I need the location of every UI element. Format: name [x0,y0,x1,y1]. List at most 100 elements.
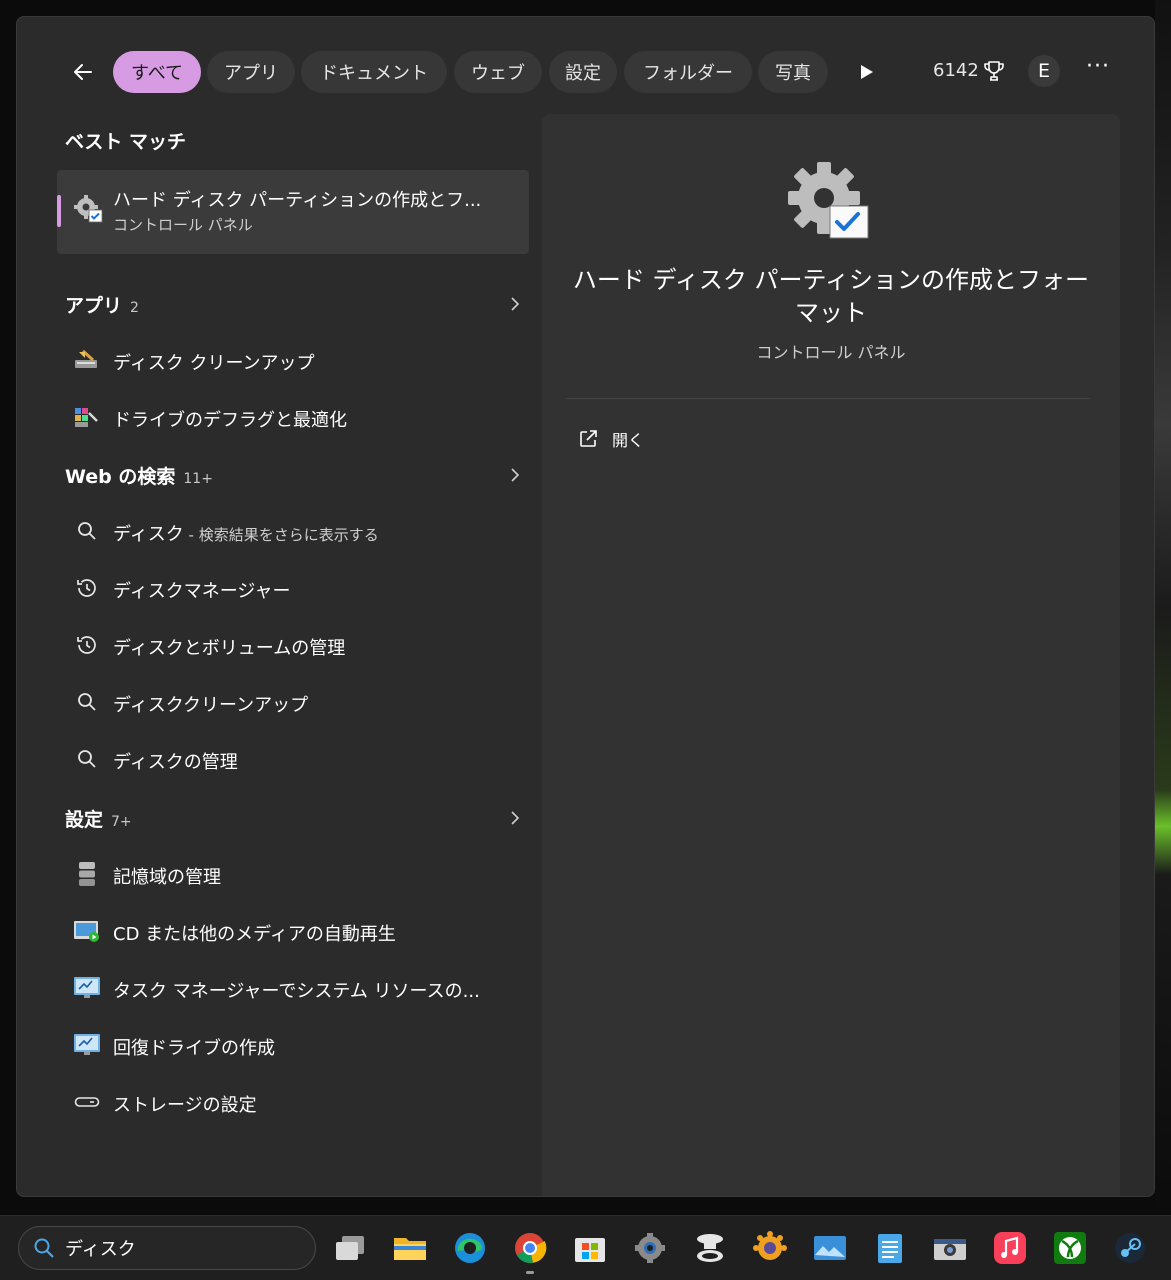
history-icon [73,632,101,658]
selection-accent [57,195,61,227]
list-item-label: ディスク クリーンアップ [113,353,315,374]
active-app-indicator [526,1271,534,1274]
query-tail: - 検索結果をさらに表示する [183,526,379,544]
tab-settings[interactable]: 設定 [549,51,617,93]
open-label: 開く [612,431,645,450]
apple-music-icon[interactable] [992,1230,1028,1266]
file-explorer-icon[interactable] [392,1230,428,1266]
filter-bar: すべて アプリ ドキュメント ウェブ 設定 フォルダー 写真 6142 E ··… [17,50,1154,94]
camera-icon[interactable] [932,1230,968,1266]
divider [566,398,1090,399]
best-match-heading: ベスト マッチ [65,131,186,153]
list-item-web-disk[interactable]: ディスク - 検索結果をさらに表示する [57,507,529,555]
more-options-button[interactable]: ··· [1083,54,1113,88]
list-item-disk-cleanup[interactable]: ディスク クリーンアップ [57,336,529,384]
list-item-label: ディスクマネージャー [113,581,291,602]
monitor-icon [73,1032,101,1058]
chevron-right-icon[interactable] [505,294,525,314]
web-count: 11+ [183,471,213,487]
tab-folders[interactable]: フォルダー [624,51,752,93]
list-item-label: ディスク - 検索結果をさらに表示する [113,520,379,546]
tab-all[interactable]: すべて [113,51,201,93]
best-match-subtitle: コントロール パネル [113,216,253,234]
web-heading-label: Web の検索 [65,466,176,488]
taskbar-search-text: ディスク [65,1239,136,1260]
list-item-storage-settings[interactable]: ストレージの設定 [57,1078,529,1126]
xbox-icon[interactable] [1052,1230,1088,1266]
tab-web[interactable]: ウェブ [454,51,542,93]
list-item-label: ドライブのデフラグと最適化 [113,410,347,431]
list-item-defrag[interactable]: ドライブのデフラグと最適化 [57,393,529,441]
taskbar: ディスク [0,1215,1171,1280]
tab-documents[interactable]: ドキュメント [301,51,447,93]
best-match-item[interactable]: ハード ディスク パーティションの作成とフ... コントロール パネル [57,170,529,254]
open-action[interactable]: 開く [578,426,644,452]
list-item-label: ディスククリーンアップ [113,695,309,716]
search-icon [73,746,101,772]
list-item-label: タスク マネージャーでシステム リソースの... [113,981,480,1002]
search-icon [73,689,101,715]
list-item-label: ストレージの設定 [113,1095,257,1116]
history-icon [73,575,101,601]
drive-icon [73,1089,101,1115]
chevron-right-icon[interactable] [505,465,525,485]
settings-gear-check-icon [788,162,869,239]
settings-icon[interactable] [632,1230,668,1266]
steam-icon[interactable] [1112,1230,1148,1266]
apps-section-heading[interactable]: アプリ 2 [65,291,139,318]
back-button[interactable] [67,56,99,88]
list-item-task-manager[interactable]: タスク マネージャーでシステム リソースの... [57,964,529,1012]
search-icon [34,1238,54,1258]
tab-photos[interactable]: 写真 [758,51,828,93]
list-item-label: 記憶域の管理 [113,867,221,888]
task-view-icon[interactable] [332,1230,368,1266]
storage-spaces-icon [73,861,101,887]
list-item-storage-spaces[interactable]: 記憶域の管理 [57,850,529,898]
rewards-points: 6142 [933,60,979,81]
autoplay-icon [73,918,101,944]
settings-gear-check-icon [74,195,103,223]
list-item-label: 回復ドライブの作成 [113,1038,275,1059]
search-icon [73,518,101,544]
list-item-web-disk-cleanup[interactable]: ディスククリーンアップ [57,678,529,726]
steam-like-app-icon[interactable] [692,1230,728,1266]
monitor-icon [73,975,101,1001]
preview-subtitle: コントロール パネル [756,343,906,362]
start-search-panel: すべて アプリ ドキュメント ウェブ 設定 フォルダー 写真 6142 E ··… [16,16,1155,1197]
desktop-background-edge [1155,0,1171,1215]
more-filters-play-icon[interactable] [855,60,877,84]
tab-apps[interactable]: アプリ [207,51,295,93]
notepad-icon[interactable] [872,1230,908,1266]
list-item-autoplay[interactable]: CD または他のメディアの自動再生 [57,907,529,955]
list-item-web-disk-volume[interactable]: ディスクとボリュームの管理 [57,621,529,669]
open-external-icon [580,430,597,447]
preview-title: ハード ディスク パーティションの作成とフォーマット [572,266,1090,327]
microsoft-store-icon[interactable] [572,1230,608,1266]
trophy-icon[interactable] [983,59,1005,83]
best-match-title: ハード ディスク パーティションの作成とフ... [113,190,482,211]
web-section-heading[interactable]: Web の検索 11+ [65,462,213,489]
chrome-icon[interactable] [512,1230,548,1266]
settings-heading-label: 設定 [65,809,104,831]
apps-heading-label: アプリ [65,295,123,317]
list-item-label: CD または他のメディアの自動再生 [113,924,396,945]
list-item-label: ディスクとボリュームの管理 [113,638,346,659]
arrow-left-icon [74,64,92,80]
edge-icon[interactable] [452,1230,488,1266]
apps-count: 2 [130,300,139,316]
list-item-web-disk-management[interactable]: ディスクの管理 [57,735,529,783]
chevron-right-icon[interactable] [505,808,525,828]
disk-cleanup-icon [73,347,101,373]
settings-count: 7+ [111,814,132,830]
settings-section-heading[interactable]: 設定 7+ [65,805,132,832]
vlc-like-app-icon[interactable] [752,1230,788,1266]
photos-app-icon[interactable] [812,1230,848,1266]
preview-pane: ハード ディスク パーティションの作成とフォーマット コントロール パネル 開く [542,114,1120,1196]
list-item-recovery-drive[interactable]: 回復ドライブの作成 [57,1021,529,1069]
taskbar-search-box[interactable]: ディスク [18,1226,316,1270]
query-text: ディスク [113,524,184,545]
avatar[interactable]: E [1028,55,1060,87]
defrag-icon [73,404,101,430]
list-item-label: ディスクの管理 [113,752,238,773]
list-item-web-disk-manager[interactable]: ディスクマネージャー [57,564,529,612]
